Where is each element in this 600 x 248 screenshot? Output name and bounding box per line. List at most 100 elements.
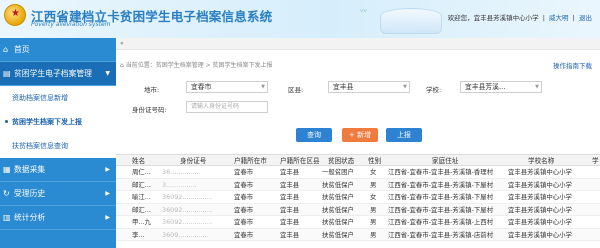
cell-name: 喻江... [132, 193, 151, 201]
chevron-right-icon: ▶ [105, 190, 110, 197]
system-subtitle: Poverty alleviation system [31, 21, 111, 28]
cell-school: 宜丰县芳溪镇中心小学 [508, 168, 572, 176]
sidebar-item-archive-query[interactable]: 扶贫档案信息查询 [0, 134, 116, 158]
cell-name: 邮汇... [132, 180, 151, 189]
nav-data-collect-label: 数据采集 [14, 165, 46, 174]
cell-gender: 女 [370, 168, 377, 176]
table-row[interactable]: 甲...九 36092............... 宜春市 宜丰县 扶贫低保户 男 江西省… [116, 216, 600, 229]
cell-city: 宜春市 [234, 168, 254, 176]
cell-school: 宜丰县芳溪镇中心小学 [508, 218, 572, 226]
cell-county: 宜丰县 [280, 230, 300, 239]
welcome-text: 欢迎您，宜丰县芳溪镇中心小学 [447, 14, 539, 22]
school-label: 学校: [426, 86, 442, 94]
cell-name: 李... [132, 230, 145, 239]
table-row[interactable]: 邮汇... 3............... 宜春市 宜丰县 扶贫低保户 男 江西省-宜春市… [116, 178, 600, 191]
table-body: 周仁... 36............... 宜春市 宜丰县 一般贫困户女江西省-宜春… [116, 166, 600, 241]
upload-button[interactable]: 上报 [386, 128, 422, 142]
county-select-value: 宜丰县 [333, 83, 354, 91]
cell-id: 36092............... [162, 218, 213, 226]
cell-gender: 男 [370, 180, 377, 189]
id-number-input[interactable]: 请输入身份证号码 [186, 101, 268, 113]
nav-home[interactable]: ⌂ 首页 [0, 38, 116, 62]
table-row[interactable]: 李... 3609............... 宜春市 宜丰县 扶贫低保户 男 江西省-宜… [116, 228, 600, 241]
cell-county: 宜丰县 [280, 180, 300, 189]
chevron-down-icon: ▼ [403, 84, 407, 90]
student-table: 姓名 身份证号 户籍所在市 户籍所在区县 贫困状态 性别 家庭住址 学校名称 学… [116, 154, 600, 241]
county-label: 区县: [288, 86, 304, 94]
cell-poverty-status: 扶贫低保户 [322, 180, 354, 189]
nav-home-label: 首页 [14, 45, 30, 54]
sidebar: ⌂ 首页 ▤ 贫困学生电子档案管理 ▼ 资助档案信息新增 贫困学生档案下发上报 … [0, 38, 116, 248]
bird-icon: 〰 [360, 7, 367, 15]
history-icon: ↻ [3, 189, 10, 198]
nav-history[interactable]: ↻ 受理历史 ▶ [0, 182, 116, 206]
chevron-right-icon: ▶ [105, 214, 110, 221]
cell-address: 江西省-宜春市-宜丰县-芳溪镇-下屋村 [388, 180, 494, 189]
cell-poverty-status: 扶贫低保户 [322, 230, 354, 239]
cell-city: 宜春市 [234, 180, 254, 189]
nav-archive-management[interactable]: ▤ 贫困学生电子档案管理 ▼ [0, 62, 116, 86]
cell-address: 江西省-宜春市-宜丰县-芳溪镇-上西村 [388, 218, 494, 226]
table-row[interactable]: 邮汇... 36092............... 宜春市 宜丰县 扶贫低保户 男 江西省… [116, 203, 600, 216]
logout-link[interactable]: 退出 [579, 14, 592, 22]
cell-poverty-status: 扶贫低保户 [322, 193, 354, 201]
cell-id: 3609............... [162, 230, 209, 239]
cell-id: 36092............... [162, 193, 213, 201]
cell-gender: 男 [370, 218, 377, 226]
archive-submenu: 资助档案信息新增 贫困学生档案下发上报 扶贫档案信息查询 [0, 86, 116, 158]
breadcrumb-text: 当前位置：贫困学生档案管理 > 贫困学生档案下发上报 [125, 62, 273, 69]
cell-city: 宜春市 [234, 205, 254, 214]
table-row[interactable]: 喻江... 36092............... 宜春市 宜丰县 扶贫低保户 女 江西省… [116, 191, 600, 204]
user-info: 欢迎您，宜丰县芳溪镇中心小学 | 威大明 | 退出 [447, 14, 592, 22]
chevron-down-icon: ▼ [261, 84, 265, 90]
cell-county: 宜丰县 [280, 205, 300, 214]
cell-county: 宜丰县 [280, 168, 300, 176]
nav-history-label: 受理历史 [14, 189, 46, 198]
breadcrumb: ⌂ 当前位置：贫困学生档案管理 > 贫困学生档案下发上报 [120, 60, 273, 69]
cell-city: 宜春市 [234, 218, 254, 226]
cell-address: 江西省-宜春市-宜丰县-芳溪镇-香理村 [388, 168, 494, 176]
add-button[interactable]: + 新增 [342, 128, 378, 142]
county-select[interactable]: 宜丰县 ▼ [328, 81, 410, 93]
main-content: « ⌂ 当前位置：贫困学生档案管理 > 贫困学生档案下发上报 操作指南下载 地市… [116, 38, 600, 248]
sidebar-item-issue-report[interactable]: 贫困学生档案下发上报 [0, 110, 116, 134]
cell-school: 宜丰县芳溪镇中心小学 [508, 205, 572, 214]
nav-archive-label: 贫困学生电子档案管理 [14, 69, 92, 78]
cell-address: 江西省-宜春市-宜丰县-芳溪镇-下屋村 [388, 205, 494, 214]
chevron-right-icon: ▶ [105, 166, 110, 173]
user-link[interactable]: 威大明 [549, 14, 569, 22]
collapse-sidebar-icon[interactable]: « [120, 40, 124, 47]
nav-data-collect[interactable]: ▦ 数据采集 ▶ [0, 158, 116, 182]
city-select-value: 宜春市 [191, 83, 212, 91]
cell-school: 宜丰县芳溪镇中心小学 [508, 193, 572, 201]
cell-school: 宜丰县芳溪镇中心小学 [508, 180, 572, 189]
folder-icon: ▤ [3, 69, 11, 78]
table-row[interactable]: 周仁... 36............... 宜春市 宜丰县 一般贫困户 女 江西省-宜春… [116, 166, 600, 179]
nav-stats-label: 统计分析 [14, 213, 46, 222]
nav-stats[interactable]: ▥ 统计分析 ▶ [0, 206, 116, 230]
cell-gender: 女 [370, 193, 377, 201]
database-icon: ▦ [3, 165, 11, 174]
cell-county: 宜丰县 [280, 218, 300, 226]
cell-county: 宜丰县 [280, 193, 300, 201]
query-button[interactable]: 查询 [296, 128, 332, 142]
chevron-down-icon: ▼ [535, 84, 539, 90]
cell-id: 36092............... [162, 205, 213, 214]
cell-name: 周仁... [132, 168, 151, 176]
sidebar-item-add-archive[interactable]: 资助档案信息新增 [0, 86, 116, 110]
cell-city: 宜春市 [234, 230, 254, 239]
app-header: 江西省建档立卡贫困学生电子档案信息系统 Poverty alleviation … [0, 0, 600, 38]
chart-icon: ▥ [3, 213, 11, 222]
cell-city: 宜春市 [234, 193, 254, 201]
city-select[interactable]: 宜春市 ▼ [186, 81, 268, 93]
cell-name: 邮汇... [132, 205, 151, 214]
city-label: 地市: [144, 86, 160, 94]
cell-gender: 男 [370, 230, 377, 239]
cell-poverty-status: 一般贫困户 [322, 168, 354, 176]
id-number-label: 身份证号码: [132, 106, 167, 114]
school-select[interactable]: 宜丰县芳溪... ▼ [460, 81, 542, 93]
cell-id: 36............... [162, 168, 201, 176]
cell-poverty-status: 扶贫低保户 [322, 205, 354, 214]
guide-download-link[interactable]: 操作指南下载 [553, 60, 592, 70]
home-icon: ⌂ [3, 45, 9, 54]
